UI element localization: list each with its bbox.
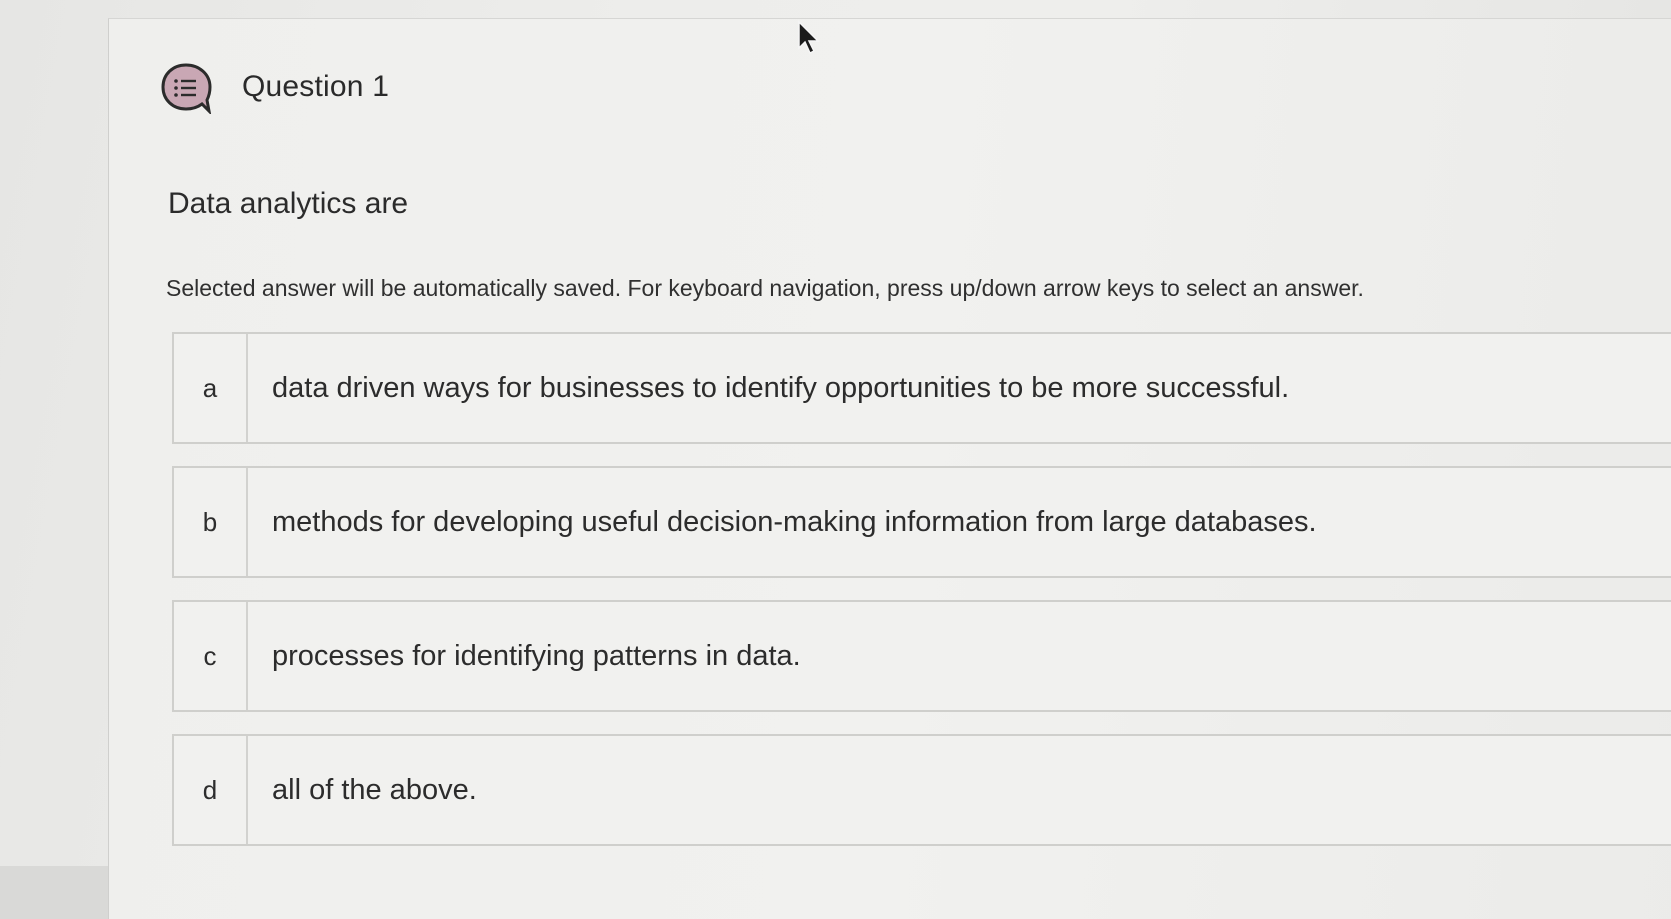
option-text: data driven ways for businesses to ident… [272, 371, 1290, 404]
answer-option-a[interactable]: a data driven ways for businesses to ide… [172, 332, 1671, 444]
option-text: all of the above. [272, 773, 477, 806]
mouse-pointer-icon [797, 20, 823, 56]
answer-option-b[interactable]: b methods for developing useful decision… [172, 466, 1671, 578]
question-header: Question 1 [160, 62, 390, 116]
answer-option-c[interactable]: c processes for identifying patterns in … [172, 600, 1671, 712]
option-text: methods for developing useful decision-m… [272, 505, 1317, 538]
question-prompt: Data analytics are [168, 187, 409, 220]
answer-option-d[interactable]: d all of the above. [172, 734, 1671, 846]
question-title: Question 1 [242, 70, 390, 103]
question-list-icon [160, 62, 212, 116]
option-letter: d [174, 736, 248, 844]
answer-instructions: Selected answer will be automatically sa… [166, 275, 1364, 301]
option-text: processes for identifying patterns in da… [272, 639, 801, 672]
option-letter: a [174, 334, 248, 442]
option-letter: c [174, 602, 248, 710]
option-letter: b [174, 468, 248, 576]
